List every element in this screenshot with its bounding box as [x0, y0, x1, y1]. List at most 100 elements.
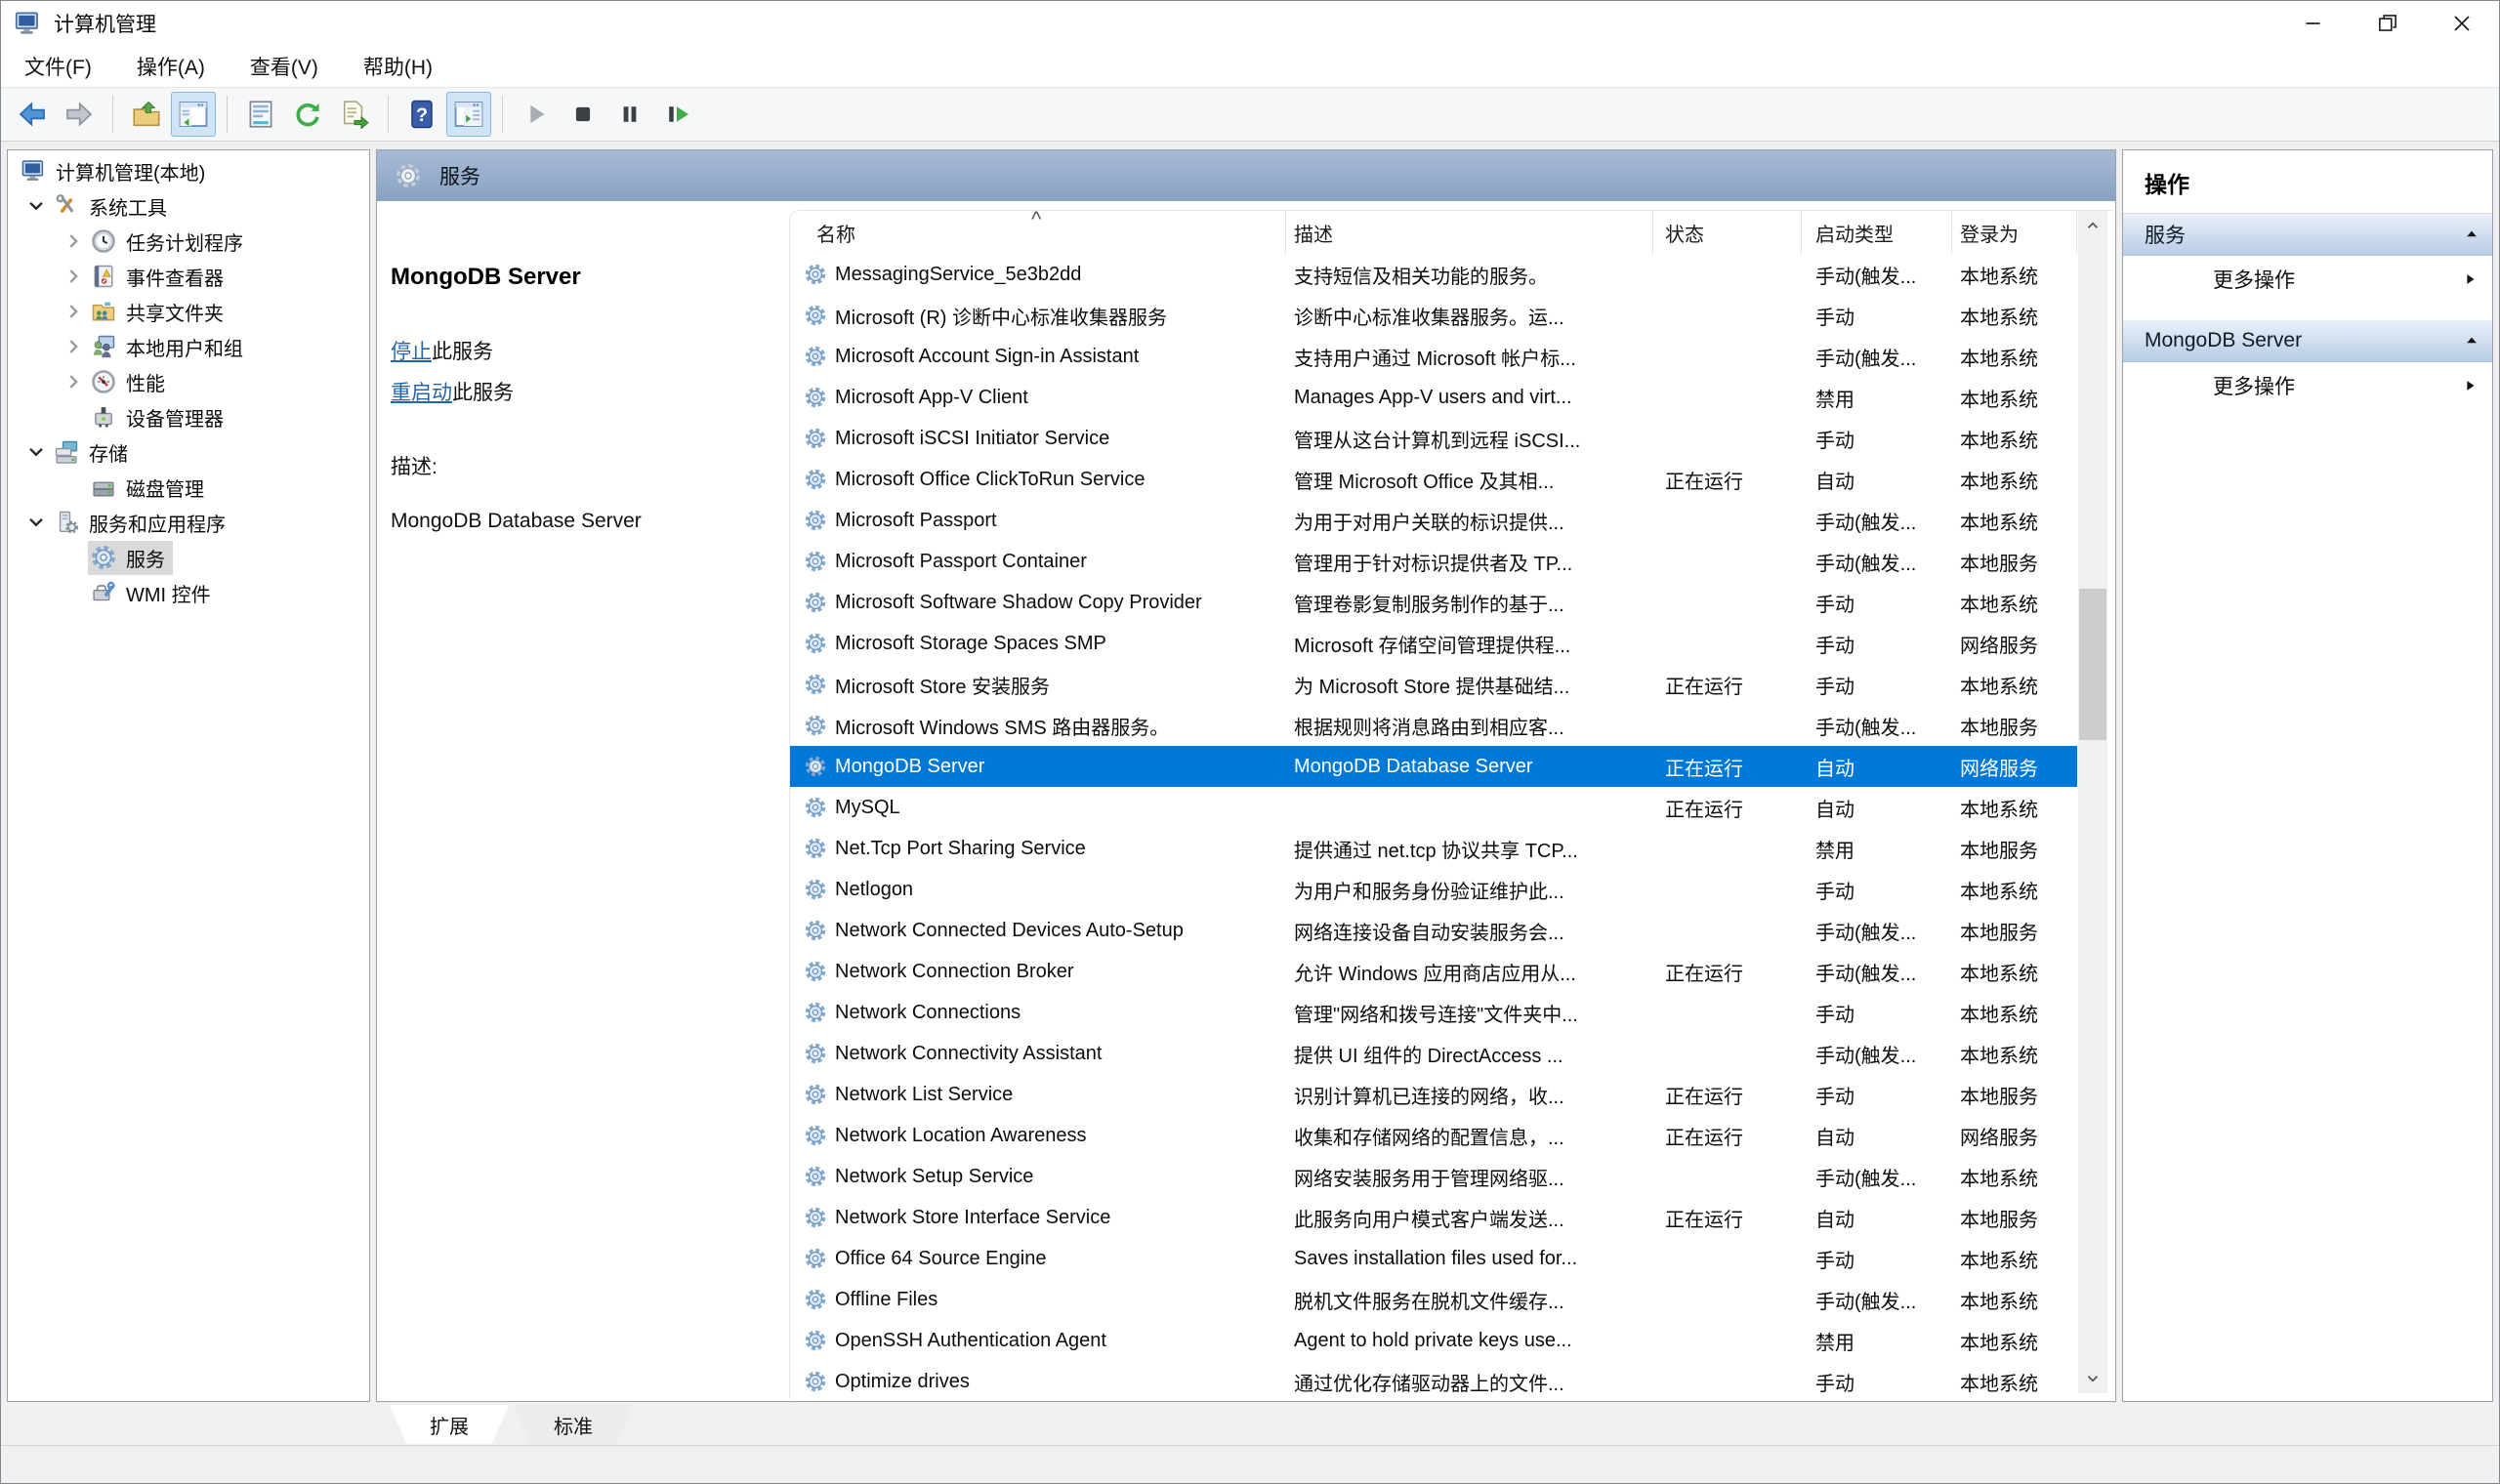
- tree-item[interactable]: 事件查看器: [8, 259, 369, 294]
- table-row[interactable]: Network Location Awareness 收集和存储网络的配置信息，…: [790, 1115, 2077, 1156]
- service-desc-cell: 提供 UI 组件的 DirectAccess ...: [1294, 1045, 1563, 1067]
- table-row[interactable]: Network Connections 管理"网络和拨号连接"文件夹中... 手…: [790, 992, 2077, 1033]
- toolbar-button[interactable]: [607, 92, 652, 137]
- chevron-right-icon[interactable]: [59, 262, 88, 291]
- tree-item[interactable]: 服务: [8, 540, 369, 575]
- view-tab[interactable]: 标准: [514, 1405, 633, 1444]
- chevron-right-icon[interactable]: [59, 227, 88, 256]
- collapse-arrow-icon[interactable]: [2463, 226, 2480, 243]
- toolbar-button[interactable]: [332, 92, 377, 137]
- window-control-button[interactable]: [2425, 1, 2499, 46]
- toolbar-button[interactable]: [171, 92, 216, 137]
- tree-expander[interactable]: [59, 543, 88, 572]
- tree-expander[interactable]: [59, 402, 88, 432]
- restart-service-link[interactable]: 重启动: [391, 382, 452, 404]
- action-section-header[interactable]: MongoDB Server: [2123, 320, 2492, 362]
- table-row[interactable]: Offline Files 脱机文件服务在脱机文件缓存... 手动(触发... …: [790, 1279, 2077, 1320]
- table-row[interactable]: Microsoft Office ClickToRun Service 管理 M…: [790, 459, 2077, 500]
- table-row[interactable]: MongoDB Server MongoDB Database Server 正…: [790, 746, 2077, 787]
- column-header[interactable]: 状态: [1653, 211, 1802, 254]
- column-header[interactable]: 描述: [1286, 211, 1653, 254]
- table-row[interactable]: Optimize drives 通过优化存储驱动器上的文件... 手动 本地系统: [790, 1361, 2077, 1399]
- toolbar-button[interactable]: ?: [399, 92, 444, 137]
- stop-service-link[interactable]: 停止: [391, 341, 432, 363]
- tree-item[interactable]: WMI 控件: [8, 575, 369, 610]
- scrollbar-thumb[interactable]: [2079, 589, 2106, 740]
- toolbar-button[interactable]: [446, 92, 491, 137]
- tree-item[interactable]: 服务和应用程序: [8, 505, 369, 540]
- tree-item[interactable]: 计算机管理(本地): [8, 153, 369, 188]
- menu-item[interactable]: 文件(F): [9, 46, 107, 87]
- table-row[interactable]: Network List Service 识别计算机已连接的网络，收... 正在…: [790, 1074, 2077, 1115]
- menu-item[interactable]: 查看(V): [234, 46, 334, 87]
- chevron-right-icon[interactable]: [59, 332, 88, 361]
- table-row[interactable]: Network Connection Broker 允许 Windows 应用商…: [790, 951, 2077, 992]
- tree-item[interactable]: 设备管理器: [8, 399, 369, 434]
- tree-item[interactable]: 存储: [8, 434, 369, 470]
- table-row[interactable]: Microsoft Store 安装服务 为 Microsoft Store 提…: [790, 664, 2077, 705]
- toolbar-button[interactable]: [10, 92, 55, 137]
- table-row[interactable]: Net.Tcp Port Sharing Service 提供通过 net.tc…: [790, 828, 2077, 869]
- toolbar-button[interactable]: [57, 92, 102, 137]
- collapse-arrow-icon[interactable]: [2463, 332, 2480, 350]
- table-row[interactable]: Network Connected Devices Auto-Setup 网络连…: [790, 910, 2077, 951]
- toolbar-button[interactable]: [388, 96, 389, 133]
- table-row[interactable]: Microsoft Storage Spaces SMP Microsoft 存…: [790, 623, 2077, 664]
- column-header[interactable]: 启动类型: [1802, 211, 1952, 254]
- chevron-down-icon[interactable]: [21, 437, 51, 467]
- table-row[interactable]: Office 64 Source Engine Saves installati…: [790, 1238, 2077, 1279]
- service-name-cell: Optimize drives: [835, 1370, 970, 1392]
- toolbar-button[interactable]: [285, 92, 330, 137]
- service-status-cell: 正在运行: [1665, 758, 1743, 780]
- service-status-cell: 正在运行: [1665, 1209, 1743, 1231]
- window-control-button[interactable]: [2276, 1, 2351, 46]
- menu-item[interactable]: 操作(A): [121, 46, 221, 87]
- scroll-down-button[interactable]: [2078, 1364, 2107, 1393]
- actions-pane: 操作 服务 更多操作 MongoDB Server 更多操作: [2122, 149, 2493, 1402]
- table-row[interactable]: Network Setup Service 网络安装服务用于管理网络驱... 手…: [790, 1156, 2077, 1197]
- toolbar-button[interactable]: [124, 92, 169, 137]
- toolbar-button[interactable]: [561, 92, 605, 137]
- table-row[interactable]: Microsoft Account Sign-in Assistant 支持用户…: [790, 336, 2077, 377]
- tree-expander[interactable]: [59, 473, 88, 502]
- table-row[interactable]: OpenSSH Authentication Agent Agent to ho…: [790, 1320, 2077, 1361]
- vertical-scrollbar[interactable]: [2078, 211, 2107, 1393]
- table-row[interactable]: Network Store Interface Service 此服务向用户模式…: [790, 1197, 2077, 1238]
- window-control-button[interactable]: [2351, 1, 2425, 46]
- toolbar-button[interactable]: [654, 92, 699, 137]
- toolbar-button[interactable]: [238, 92, 283, 137]
- table-row[interactable]: Microsoft App-V Client Manages App-V use…: [790, 377, 2077, 418]
- table-row[interactable]: Microsoft iSCSI Initiator Service 管理从这台计…: [790, 418, 2077, 459]
- tree-item[interactable]: 系统工具: [8, 188, 369, 224]
- view-tab[interactable]: 扩展: [390, 1405, 509, 1444]
- toolbar-button[interactable]: [502, 96, 503, 133]
- menu-item[interactable]: 帮助(H): [348, 46, 448, 87]
- toolbar-button[interactable]: [227, 96, 228, 133]
- table-row[interactable]: Netlogon 为用户和服务身份验证维护此... 手动 本地系统: [790, 869, 2077, 910]
- tree-item[interactable]: 任务计划程序: [8, 224, 369, 259]
- tree-item[interactable]: 性能: [8, 364, 369, 399]
- table-row[interactable]: Microsoft Windows SMS 路由器服务。 根据规则将消息路由到相…: [790, 705, 2077, 746]
- more-actions-item[interactable]: 更多操作: [2123, 256, 2492, 303]
- tree-expander[interactable]: [59, 578, 88, 607]
- toolbar-button[interactable]: [112, 96, 113, 133]
- table-row[interactable]: Network Connectivity Assistant 提供 UI 组件的…: [790, 1033, 2077, 1074]
- table-row[interactable]: Microsoft Passport Container 管理用于针对标识提供者…: [790, 541, 2077, 582]
- more-actions-item[interactable]: 更多操作: [2123, 362, 2492, 409]
- chevron-down-icon[interactable]: [21, 191, 51, 221]
- table-row[interactable]: MySQL 正在运行 自动 本地系统: [790, 787, 2077, 828]
- tree-item[interactable]: 共享文件夹: [8, 294, 369, 329]
- chevron-down-icon[interactable]: [21, 508, 51, 537]
- tree-item[interactable]: 本地用户和组: [8, 329, 369, 364]
- toolbar-button[interactable]: [514, 92, 559, 137]
- action-section-header[interactable]: 服务: [2123, 214, 2492, 256]
- chevron-right-icon[interactable]: [59, 297, 88, 326]
- tree-item[interactable]: 磁盘管理: [8, 470, 369, 505]
- table-row[interactable]: MessagingService_5e3b2dd 支持短信及相关功能的服务。 手…: [790, 254, 2077, 295]
- scroll-up-button[interactable]: [2078, 211, 2107, 240]
- column-header[interactable]: 登录为: [1952, 211, 2077, 254]
- table-row[interactable]: Microsoft (R) 诊断中心标准收集器服务 诊断中心标准收集器服务。运.…: [790, 295, 2077, 336]
- chevron-right-icon[interactable]: [59, 367, 88, 396]
- table-row[interactable]: Microsoft Software Shadow Copy Provider …: [790, 582, 2077, 623]
- table-row[interactable]: Microsoft Passport 为用于对用户关联的标识提供... 手动(触…: [790, 500, 2077, 541]
